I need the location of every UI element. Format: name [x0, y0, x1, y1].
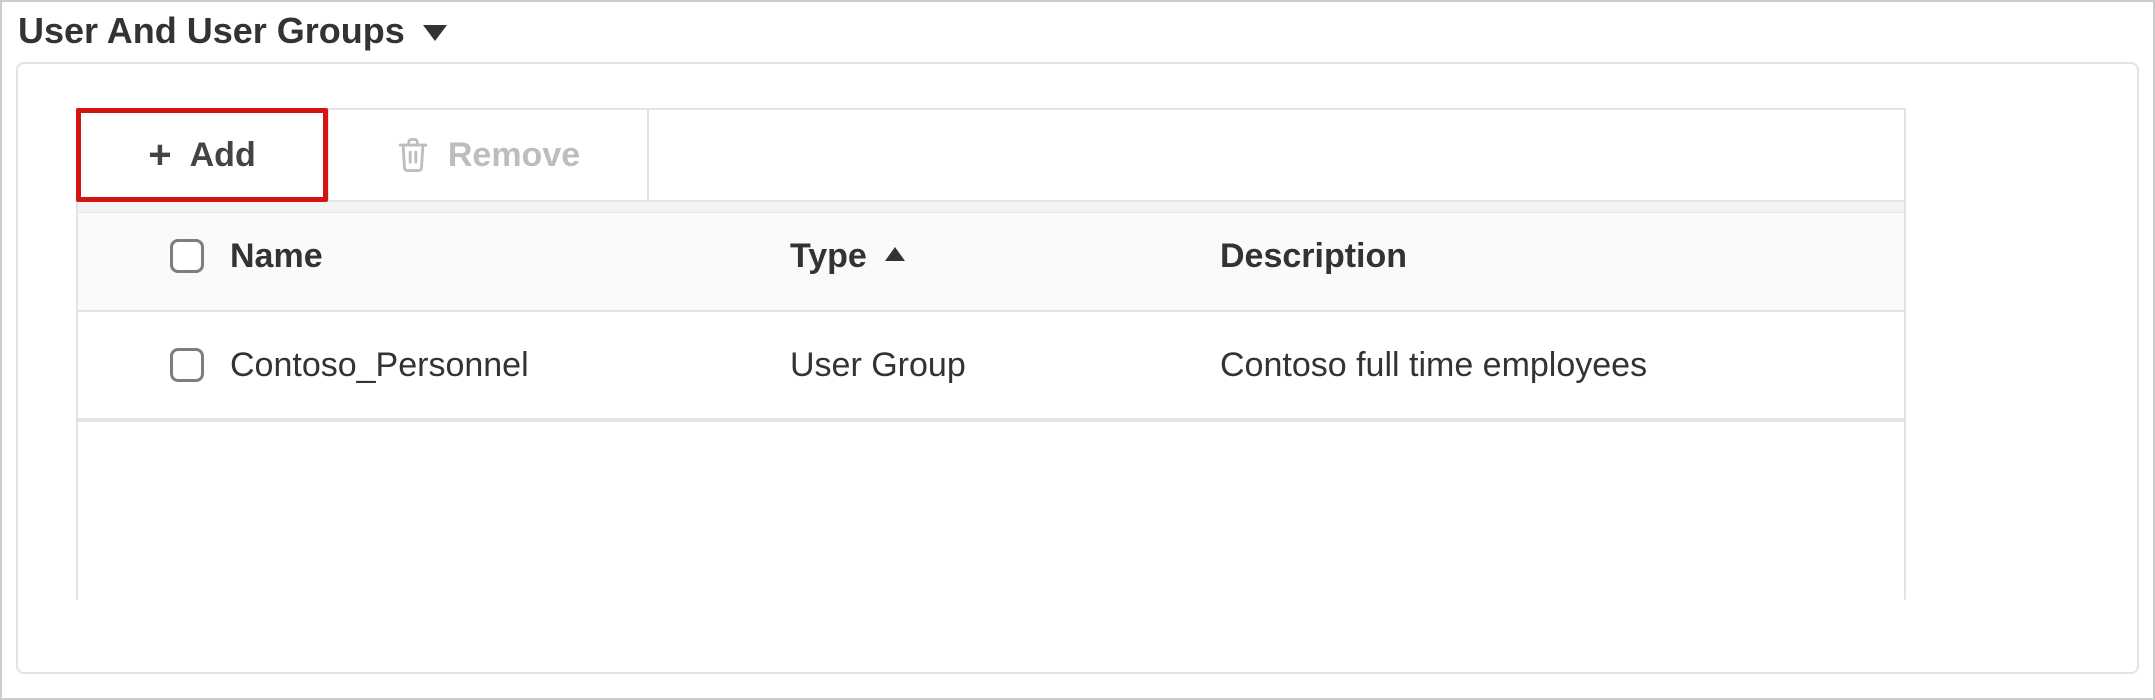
- cell-description: Contoso full time employees: [1220, 346, 1904, 385]
- user-groups-section: User And User Groups + Add: [0, 0, 2155, 700]
- select-all-checkbox[interactable]: [170, 239, 204, 273]
- remove-button-label: Remove: [448, 136, 580, 175]
- caret-down-icon: [423, 25, 447, 41]
- select-all-cell: [170, 239, 230, 273]
- table-empty-area: [78, 420, 1904, 422]
- plus-icon: +: [148, 135, 171, 175]
- add-button-label: Add: [190, 136, 256, 175]
- column-header-name[interactable]: Name: [230, 237, 790, 276]
- table-header: Name Type Description: [78, 202, 1904, 312]
- column-header-description[interactable]: Description: [1220, 237, 1904, 276]
- toolbar: + Add Remove: [78, 110, 1904, 202]
- trash-icon: [396, 136, 430, 174]
- remove-button: Remove: [328, 110, 648, 200]
- column-header-type-label: Type: [790, 237, 867, 276]
- sort-asc-icon: [885, 247, 905, 261]
- column-header-type[interactable]: Type: [790, 237, 1220, 276]
- toolbar-spacer: [648, 110, 1904, 200]
- row-checkbox-cell: [170, 348, 230, 382]
- add-button[interactable]: + Add: [76, 108, 328, 202]
- table-row[interactable]: Contoso_Personnel User Group Contoso ful…: [78, 312, 1904, 420]
- cell-type: User Group: [790, 346, 1220, 385]
- column-header-name-label: Name: [230, 237, 323, 275]
- column-header-description-label: Description: [1220, 237, 1407, 275]
- section-panel: + Add Remove: [16, 62, 2139, 674]
- section-header[interactable]: User And User Groups: [12, 10, 2143, 52]
- row-checkbox[interactable]: [170, 348, 204, 382]
- cell-name: Contoso_Personnel: [230, 346, 790, 385]
- section-title: User And User Groups: [18, 10, 405, 52]
- table-container: + Add Remove: [76, 108, 1906, 600]
